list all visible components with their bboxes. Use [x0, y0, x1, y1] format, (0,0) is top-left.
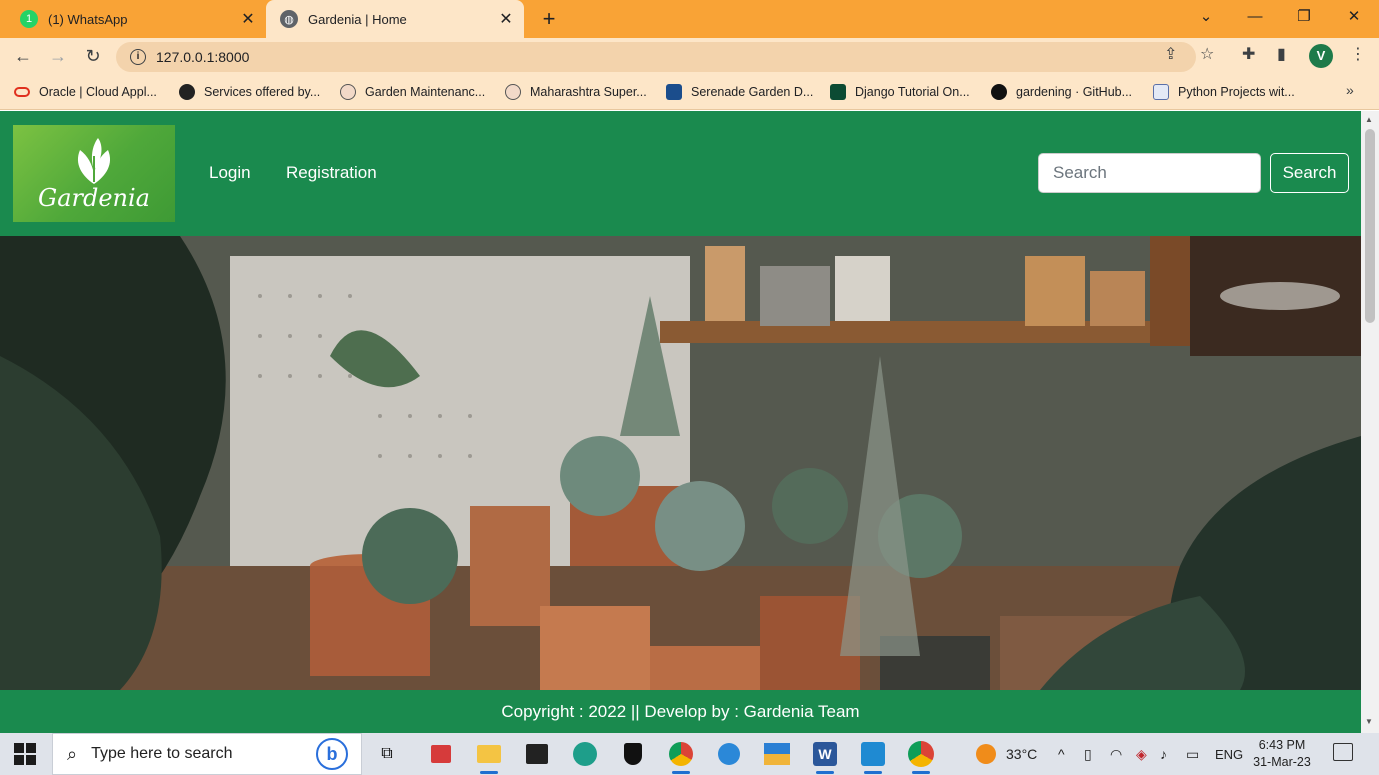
- clock-date: 31-Mar-23: [1253, 755, 1311, 769]
- page-scrollbar[interactable]: ▲ ▼: [1361, 111, 1379, 733]
- battery-icon[interactable]: ▭: [1186, 733, 1199, 775]
- clock-time: 6:43 PM: [1258, 738, 1306, 752]
- site-logo[interactable]: Gardenia: [13, 125, 175, 222]
- globe-icon: ◍: [280, 10, 298, 28]
- django-icon: [830, 84, 846, 100]
- tab-strip: 1 (1) WhatsApp ✕ ◍ Gardenia | Home ✕ + ⌄…: [0, 0, 1379, 38]
- bookmark-label: Python Projects wit...: [1178, 85, 1295, 99]
- filter-app-icon[interactable]: [714, 739, 744, 769]
- reload-icon[interactable]: ↻: [80, 43, 106, 69]
- page-viewport: Gardenia Login Registration Search Searc…: [0, 111, 1361, 733]
- bookmark-label: Django Tutorial On...: [855, 85, 970, 99]
- site-navbar: Gardenia Login Registration Search: [0, 111, 1361, 236]
- bookmark-label: Oracle | Cloud Appl...: [39, 85, 157, 99]
- bookmark-item[interactable]: Garden Maintenanc...: [340, 82, 485, 102]
- security-shield-icon[interactable]: [618, 739, 648, 769]
- compass-icon: [179, 84, 195, 100]
- chrome-profile-icon[interactable]: [906, 739, 936, 774]
- python-icon: [1153, 84, 1169, 100]
- more-bookmarks-icon[interactable]: »: [1346, 82, 1354, 98]
- windows-taskbar: ⌕ Type here to search b ⧉ W 33°C ^ ▯ ◠ ◈…: [0, 733, 1379, 775]
- volume-icon[interactable]: ♪: [1160, 733, 1167, 775]
- forward-icon[interactable]: →: [45, 43, 71, 69]
- close-window-icon[interactable]: ✕: [1330, 0, 1378, 32]
- search-icon: ⌕: [67, 743, 78, 764]
- bookmark-label: Garden Maintenanc...: [365, 85, 486, 99]
- leaf-logo-icon: [77, 137, 111, 184]
- scroll-up-icon[interactable]: ▲: [1365, 115, 1373, 124]
- weather-temp: 33°C: [1006, 746, 1038, 762]
- scrollbar-thumb[interactable]: [1365, 129, 1375, 323]
- pn-icon: [666, 84, 682, 100]
- search-input[interactable]: [1038, 153, 1261, 193]
- logo-text: Gardenia: [38, 183, 150, 212]
- gift-app-icon[interactable]: [426, 739, 456, 769]
- scroll-down-icon[interactable]: ▼: [1365, 717, 1373, 726]
- bookmark-item[interactable]: gardening · GitHub...: [991, 82, 1132, 102]
- close-tab-icon[interactable]: ✕: [236, 7, 260, 31]
- bookmark-label: Serenade Garden D...: [691, 85, 814, 99]
- bookmark-label: Maharashtra Super...: [530, 85, 647, 99]
- taskbar-clock[interactable]: 6:43 PM 31-Mar-23: [1250, 737, 1314, 771]
- search-button[interactable]: Search: [1270, 153, 1349, 193]
- close-tab-icon[interactable]: ✕: [494, 7, 518, 31]
- bookmark-item[interactable]: Serenade Garden D...: [666, 82, 813, 102]
- new-tab-button[interactable]: +: [536, 6, 562, 32]
- back-icon[interactable]: ←: [10, 43, 36, 69]
- bookmark-item[interactable]: Maharashtra Super...: [505, 82, 647, 102]
- extensions-icon[interactable]: ✚: [1242, 44, 1255, 64]
- plants-photo: [0, 236, 1361, 690]
- leaf-icon: [505, 84, 521, 100]
- bookmark-item[interactable]: Oracle | Cloud Appl...: [14, 82, 157, 102]
- sun-icon: [976, 744, 996, 764]
- menu-icon[interactable]: ⋮: [1350, 44, 1366, 64]
- tablet-icon[interactable]: ▯: [1084, 733, 1092, 775]
- show-hidden-icons[interactable]: ^: [1058, 733, 1065, 775]
- bookmark-label: gardening · GitHub...: [1016, 85, 1133, 99]
- login-link[interactable]: Login: [209, 163, 251, 183]
- tab-search-icon[interactable]: ⌄: [1182, 0, 1230, 32]
- tab-title: (1) WhatsApp: [48, 11, 128, 27]
- registration-link[interactable]: Registration: [286, 163, 377, 183]
- site-footer: Copyright : 2022 || Develop by : Gardeni…: [0, 690, 1361, 733]
- bookmark-item[interactable]: Python Projects wit...: [1153, 82, 1295, 102]
- widgets-app-icon[interactable]: [762, 739, 792, 769]
- taskbar-search-placeholder: Type here to search: [91, 745, 233, 762]
- restore-icon[interactable]: ❐: [1280, 0, 1328, 32]
- bookmark-label: Services offered by...: [204, 85, 321, 99]
- antivirus-icon[interactable]: ◈: [1136, 733, 1147, 775]
- profile-avatar[interactable]: V: [1309, 44, 1333, 68]
- chrome-icon[interactable]: [666, 739, 696, 774]
- tab-gardenia[interactable]: ◍ Gardenia | Home ✕: [266, 0, 524, 38]
- wifi-icon[interactable]: ◠: [1110, 733, 1122, 775]
- bookmark-star-icon[interactable]: ☆: [1200, 44, 1214, 64]
- leaf-icon: [340, 84, 356, 100]
- windows-start-icon[interactable]: [14, 743, 36, 765]
- bing-icon[interactable]: b: [316, 738, 348, 770]
- oracle-icon: [14, 87, 30, 97]
- vscode-icon[interactable]: [858, 739, 888, 774]
- weather-widget[interactable]: 33°C: [976, 733, 1037, 775]
- url-text: 127.0.0.1:8000: [156, 49, 250, 65]
- github-icon: [991, 84, 1007, 100]
- edge-icon[interactable]: [570, 739, 600, 769]
- minimize-icon[interactable]: —: [1231, 0, 1279, 32]
- language-indicator[interactable]: ENG: [1215, 733, 1243, 775]
- whatsapp-icon: 1: [20, 10, 38, 28]
- bookmark-item[interactable]: Django Tutorial On...: [830, 82, 970, 102]
- site-info-icon[interactable]: i: [130, 49, 146, 65]
- tab-title: Gardenia | Home: [308, 11, 407, 27]
- bookmark-item[interactable]: Services offered by...: [179, 82, 320, 102]
- address-bar[interactable]: i 127.0.0.1:8000: [116, 42, 1196, 72]
- task-view-icon[interactable]: ⧉: [372, 739, 402, 769]
- side-panel-icon[interactable]: ▮: [1277, 44, 1286, 64]
- notification-center-icon[interactable]: [1333, 743, 1353, 761]
- share-icon[interactable]: ⇪: [1164, 44, 1177, 64]
- store-icon[interactable]: [522, 739, 552, 769]
- hero-image: [0, 236, 1361, 690]
- word-icon[interactable]: W: [810, 739, 840, 774]
- tab-whatsapp[interactable]: 1 (1) WhatsApp ✕: [0, 0, 266, 38]
- file-explorer-icon[interactable]: [474, 739, 504, 774]
